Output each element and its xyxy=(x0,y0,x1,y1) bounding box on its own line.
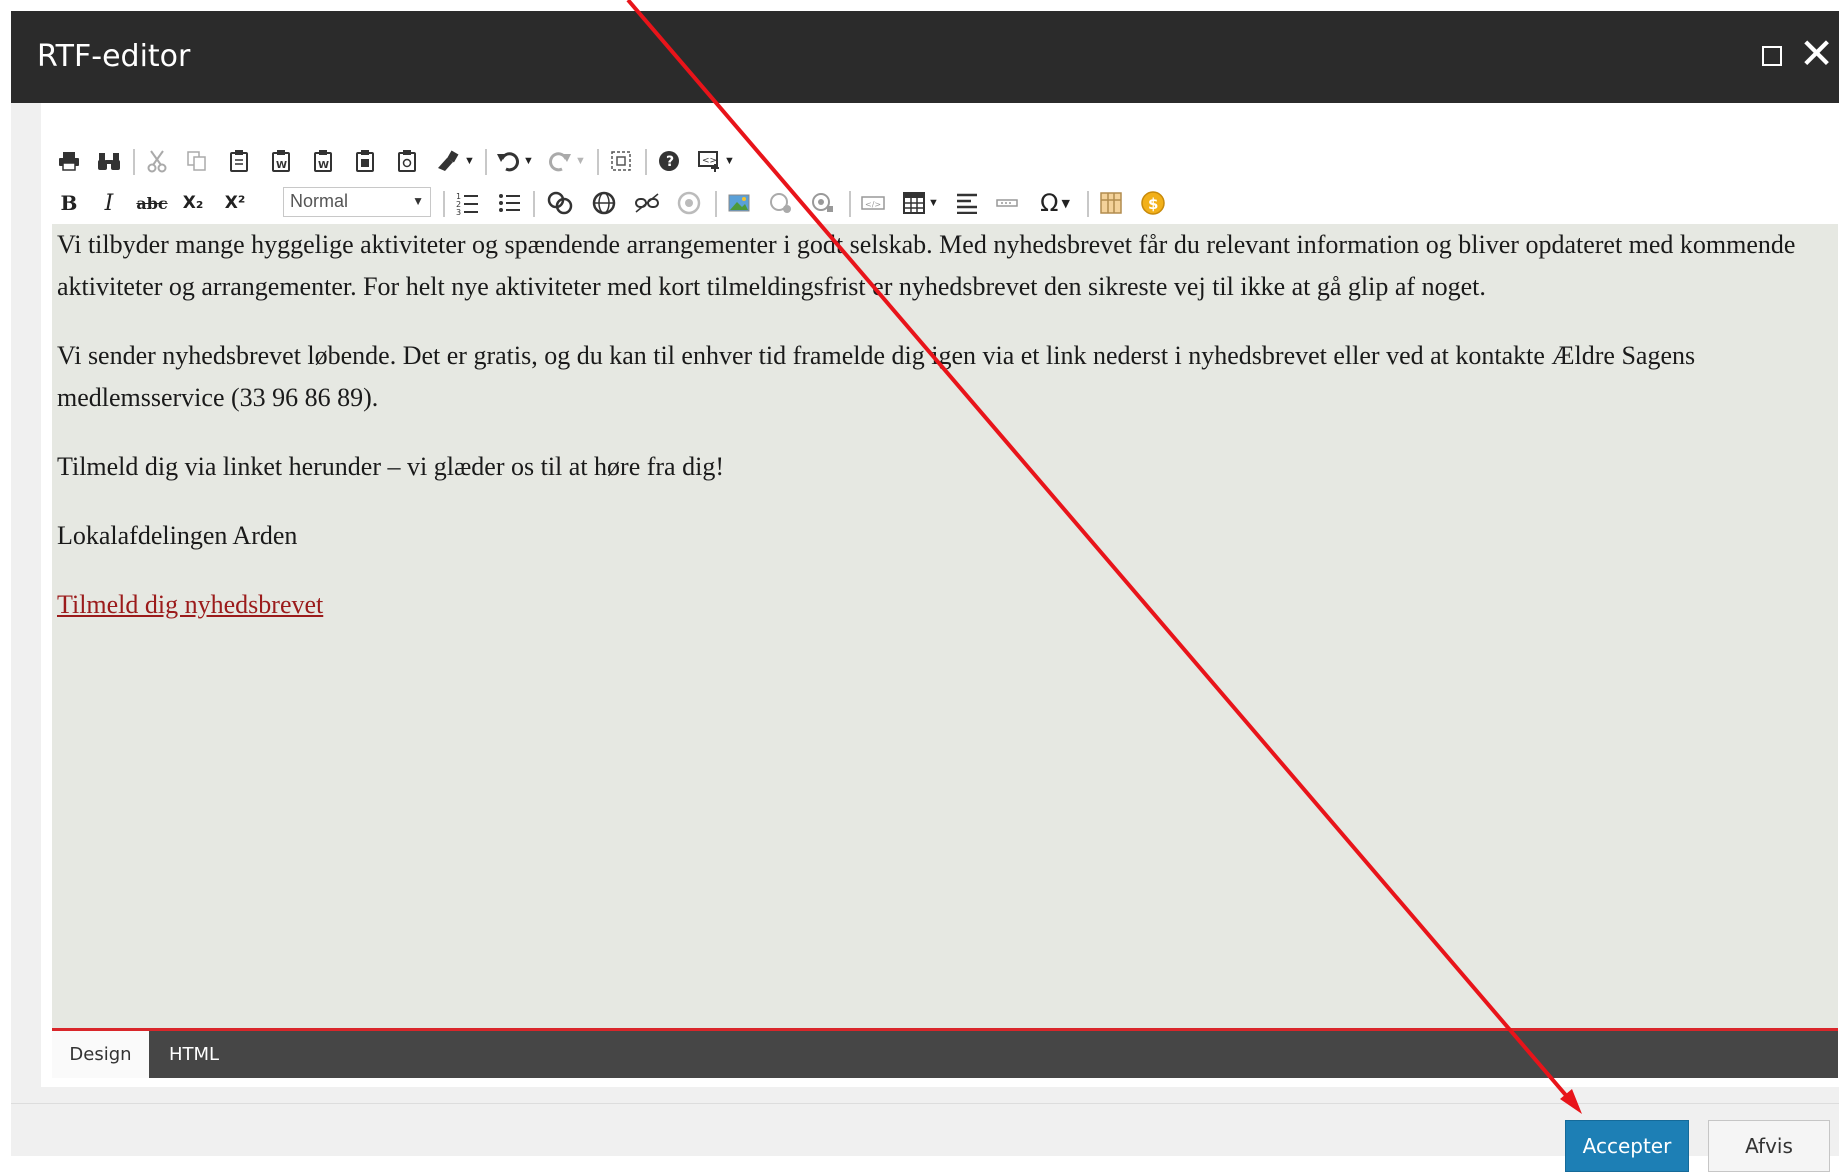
insert-snippet-icon[interactable]: <> ▼ xyxy=(693,141,739,181)
insert-table-icon[interactable]: ▼ xyxy=(899,183,943,223)
paste-html-icon[interactable] xyxy=(391,141,423,181)
paste-word-icon[interactable]: W xyxy=(265,141,297,181)
strikethrough-button[interactable]: abc xyxy=(133,183,171,223)
editor-text: Vi tilbyder mange hyggelige aktiviteter … xyxy=(57,224,1827,653)
insert-media-icon[interactable] xyxy=(765,183,797,223)
horizontal-rule-icon[interactable] xyxy=(991,183,1023,223)
italic-button[interactable]: I xyxy=(93,183,125,223)
tab-design[interactable]: Design xyxy=(52,1031,149,1078)
bold-button[interactable]: B xyxy=(53,183,85,223)
paste-text-icon[interactable] xyxy=(349,141,381,181)
special-character-label: Ω xyxy=(1040,189,1059,217)
editor-mode-bar: Design HTML xyxy=(52,1028,1838,1078)
newsletter-signup-link[interactable]: Tilmeld dig nyhedsbrevet xyxy=(57,590,323,619)
insert-external-link-icon[interactable] xyxy=(587,183,621,223)
content-paragraph: Tilmeld dig via linket herunder – vi glæ… xyxy=(57,452,724,481)
tab-html[interactable]: HTML xyxy=(149,1031,239,1078)
toolbar-row-1: W W ▼ ▼ ▼ ? <> ▼ xyxy=(53,141,1833,181)
redo-icon[interactable]: ▼ xyxy=(545,141,589,181)
maximize-icon[interactable] xyxy=(1757,41,1789,73)
print-icon[interactable] xyxy=(53,141,85,181)
content-paragraph: Vi tilbyder mange hyggelige aktiviteter … xyxy=(57,230,1796,301)
cut-icon[interactable] xyxy=(141,141,173,181)
help-icon[interactable]: ? xyxy=(653,141,685,181)
numbered-list-icon[interactable]: 123 xyxy=(451,183,483,223)
close-icon[interactable]: ✕ xyxy=(1799,33,1834,75)
insert-image-icon[interactable] xyxy=(723,183,755,223)
paste-icon[interactable] xyxy=(223,141,255,181)
accept-button[interactable]: Accepter xyxy=(1565,1120,1689,1172)
dialog-titlebar: RTF-editor ✕ xyxy=(11,11,1839,103)
subscript-button[interactable]: X₂ xyxy=(177,183,209,223)
bullet-list-icon[interactable] xyxy=(493,183,525,223)
column-layout-icon[interactable] xyxy=(1095,183,1127,223)
unlink-icon[interactable] xyxy=(631,183,663,223)
dialog-footer: Accepter Afvis xyxy=(11,1103,1839,1172)
special-character-icon[interactable]: Ω ▼ xyxy=(1033,183,1077,223)
insert-code-icon[interactable]: </> xyxy=(857,183,889,223)
superscript-button[interactable]: X² xyxy=(219,183,251,223)
svg-text:W: W xyxy=(276,160,287,171)
svg-text:$: $ xyxy=(1148,195,1158,213)
editor-content[interactable]: Vi tilbyder mange hyggelige aktiviteter … xyxy=(52,224,1838,1028)
insert-link-icon[interactable] xyxy=(543,183,577,223)
format-painter-icon[interactable]: ▼ xyxy=(433,141,477,181)
content-paragraph: Lokalafdelingen Arden xyxy=(57,521,298,550)
undo-icon[interactable]: ▼ xyxy=(493,141,537,181)
format-select-value: Normal xyxy=(290,191,349,211)
find-icon[interactable] xyxy=(93,141,125,181)
svg-text:3: 3 xyxy=(456,208,461,215)
rtf-editor-dialog: RTF-editor ✕ W W ▼ ▼ ▼ ? <> ▼ B I abc X₂… xyxy=(11,11,1839,1172)
paste-word-icon[interactable]: W xyxy=(307,141,339,181)
coin-icon[interactable]: $ xyxy=(1137,183,1169,223)
paragraph-align-icon[interactable] xyxy=(951,183,983,223)
anchor-icon[interactable] xyxy=(673,183,705,223)
reject-button[interactable]: Afvis xyxy=(1708,1120,1830,1172)
fullscreen-icon[interactable] xyxy=(605,141,637,181)
dialog-title: RTF-editor xyxy=(37,39,191,74)
insert-flash-icon[interactable] xyxy=(807,183,839,223)
paragraph-format-select[interactable]: Normal ▼ xyxy=(283,187,431,217)
svg-text:?: ? xyxy=(666,154,674,170)
content-paragraph: Vi sender nyhedsbrevet løbende. Det er g… xyxy=(57,341,1696,412)
chevron-down-icon: ▼ xyxy=(412,194,424,208)
svg-text:W: W xyxy=(318,160,329,171)
toolbar-row-2: B I abc X₂ X² Normal ▼ 123 </> ▼ Ω ▼ $ xyxy=(53,183,1833,223)
copy-icon[interactable] xyxy=(181,141,213,181)
svg-text:</>: </> xyxy=(865,200,881,209)
